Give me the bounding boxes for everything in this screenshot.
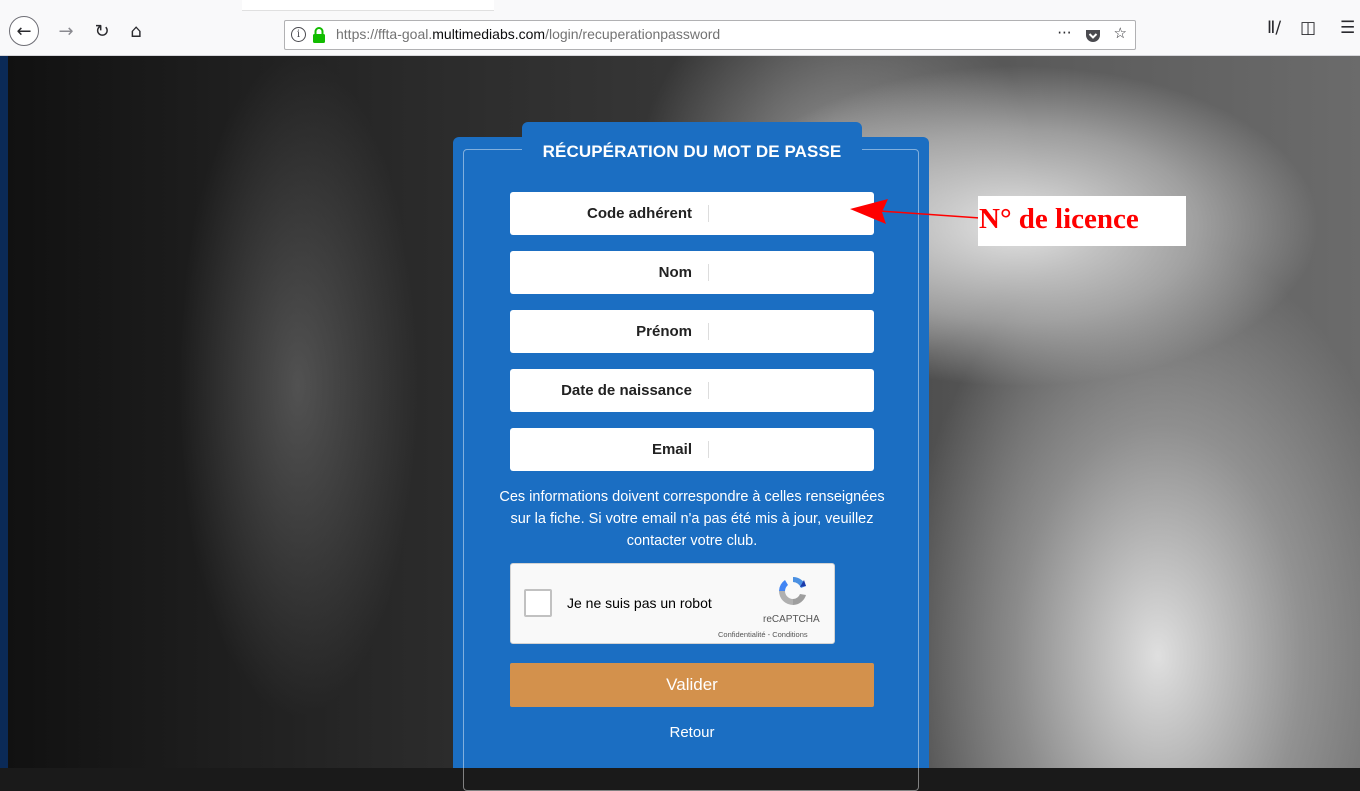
last-name-input[interactable] xyxy=(716,255,870,292)
active-tab-strip[interactable] xyxy=(242,0,494,11)
url-text: https://ffta-goal.multimediabs.com/login… xyxy=(336,26,720,42)
email-field[interactable]: Email xyxy=(510,428,874,471)
field-divider xyxy=(708,205,709,222)
birth-date-input[interactable] xyxy=(716,373,870,410)
info-message: Ces informations doivent correspondre à … xyxy=(499,489,885,549)
field-divider xyxy=(708,264,709,281)
recaptcha-checkbox[interactable] xyxy=(524,589,552,617)
bookmark-star-icon[interactable]: ☆ xyxy=(1114,24,1127,45)
field-divider xyxy=(708,382,709,399)
field-label: Date de naissance xyxy=(561,382,692,399)
field-label: Prénom xyxy=(636,323,692,340)
recaptcha-links[interactable]: Confidentialité - Conditions xyxy=(718,630,808,639)
sidebar-icon[interactable]: ◫ xyxy=(1300,18,1316,38)
url-prefix: https://ffta-goal. xyxy=(336,26,433,42)
library-icon[interactable]: Ⅱ∕ xyxy=(1267,18,1281,38)
address-bar[interactable]: i https://ffta-goal.multimediabs.com/log… xyxy=(284,20,1136,50)
info-icon[interactable]: i xyxy=(291,27,306,42)
form-title: RÉCUPÉRATION DU MOT DE PASSE xyxy=(542,142,842,161)
browser-toolbar: ← → ↻ ⌂ i https://ffta-goal.multimediabs… xyxy=(0,0,1360,56)
birth-date-field[interactable]: Date de naissance xyxy=(510,369,874,412)
back-icon[interactable]: ← xyxy=(9,16,39,46)
first-name-field[interactable]: Prénom xyxy=(510,310,874,353)
submit-button[interactable]: Valider xyxy=(510,663,874,707)
first-name-input[interactable] xyxy=(716,314,870,351)
recaptcha-label: Je ne suis pas un robot xyxy=(567,595,712,611)
home-icon[interactable]: ⌂ xyxy=(122,17,150,45)
recaptcha-widget: Je ne suis pas un robot reCAPTCHA Confid… xyxy=(510,563,835,644)
member-code-field[interactable]: Code adhérent xyxy=(510,192,874,235)
url-actions: ··· ☆ xyxy=(1057,24,1127,45)
email-input[interactable] xyxy=(716,432,870,469)
pocket-icon[interactable] xyxy=(1084,27,1102,45)
window-edge xyxy=(0,56,8,768)
back-link[interactable]: Retour xyxy=(510,724,874,741)
recaptcha-brand: reCAPTCHA xyxy=(763,614,820,625)
forward-icon[interactable]: → xyxy=(52,17,80,45)
recaptcha-logo-icon xyxy=(779,577,806,605)
url-path: /login/recuperationpassword xyxy=(545,26,721,42)
field-label: Nom xyxy=(658,264,692,281)
field-label: Code adhérent xyxy=(586,205,692,222)
annotation-arrow xyxy=(850,199,981,224)
field-label: Email xyxy=(651,441,692,458)
lock-icon[interactable] xyxy=(312,27,326,43)
reload-icon[interactable]: ↻ xyxy=(88,17,116,45)
last-name-field[interactable]: Nom xyxy=(510,251,874,294)
field-divider xyxy=(708,441,709,458)
annotation-label: N° de licence xyxy=(979,203,1139,235)
url-host: multimediabs.com xyxy=(432,26,546,42)
menu-icon[interactable]: ☰ xyxy=(1340,18,1355,38)
page-actions-icon[interactable]: ··· xyxy=(1057,24,1071,45)
field-divider xyxy=(708,323,709,340)
